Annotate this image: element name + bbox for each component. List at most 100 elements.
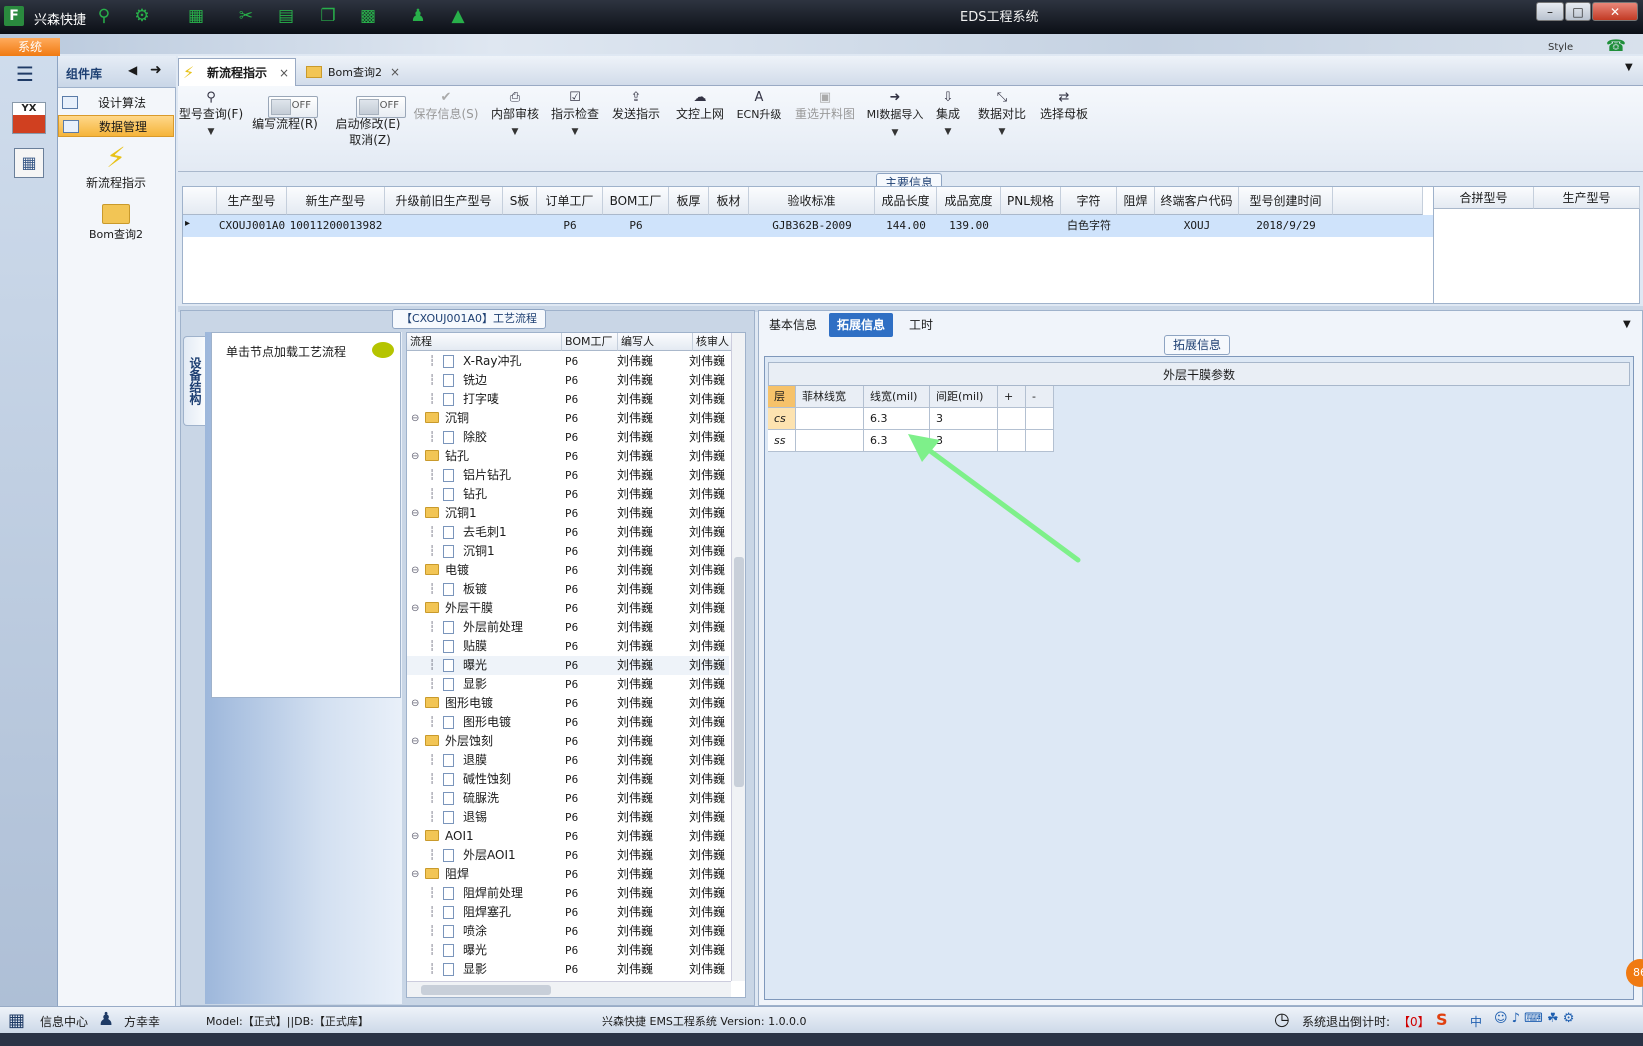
scroll-thumb[interactable] bbox=[734, 557, 744, 787]
tree-row[interactable]: ┆ 碱性蚀刻 P6 刘伟巍 刘伟巍 bbox=[407, 770, 729, 789]
collapse-toggle-icon[interactable]: ⊖ bbox=[411, 865, 419, 884]
close-button[interactable]: ✕ bbox=[1592, 2, 1638, 21]
integrate-button[interactable]: ⇩ 集成 ▼ bbox=[930, 90, 966, 140]
close-tab-icon[interactable]: × bbox=[279, 59, 289, 87]
tree-column-header[interactable]: BOM工厂 bbox=[562, 333, 618, 351]
grid-cell[interactable]: CXOUJ001A0 bbox=[217, 215, 287, 237]
tree-row[interactable]: ┆ 图形电镀 P6 刘伟巍 刘伟巍 bbox=[407, 713, 729, 732]
save-info-button[interactable]: ✔ 保存信息(S) bbox=[412, 90, 480, 122]
tree-row[interactable]: ┆ 硫脲洗 P6 刘伟巍 刘伟巍 bbox=[407, 789, 729, 808]
settings-gear-icon[interactable]: ⚙ bbox=[130, 5, 154, 27]
grid-cell[interactable] bbox=[385, 215, 503, 237]
ime-mode[interactable]: 中 bbox=[1470, 1013, 1482, 1030]
scissors-icon[interactable]: ✂ bbox=[234, 5, 258, 27]
grid-column-header[interactable]: 订单工厂 bbox=[537, 187, 603, 215]
style-label[interactable]: Style bbox=[1548, 42, 1573, 53]
send-indicate-button[interactable]: ⇪ 发送指示 bbox=[608, 90, 664, 122]
calculator-icon[interactable]: ▦ bbox=[14, 148, 44, 178]
collapse-toggle-icon[interactable]: ⊖ bbox=[411, 827, 419, 846]
tree-row[interactable]: ┆ 铣边 P6 刘伟巍 刘伟巍 bbox=[407, 371, 729, 390]
mi-import-button[interactable]: ➜ MI数据导入 ▼ bbox=[864, 90, 926, 141]
tree-row[interactable]: ⊖ 图形电镀 P6 刘伟巍 刘伟巍 bbox=[407, 694, 729, 713]
tree-row[interactable]: ┆ 铝片钻孔 P6 刘伟巍 刘伟巍 bbox=[407, 466, 729, 485]
param-cell[interactable] bbox=[796, 408, 864, 430]
param-cell[interactable]: 6.3 bbox=[864, 408, 930, 430]
tab-dropdown-icon[interactable]: ▼ bbox=[1623, 319, 1631, 330]
grid-column-header[interactable]: 型号创建时间 bbox=[1239, 187, 1333, 215]
scroll-thumb[interactable] bbox=[421, 985, 551, 995]
tab-list-dropdown-icon[interactable]: ▼ bbox=[1625, 62, 1633, 73]
tree-row[interactable]: ⊖ 钻孔 P6 刘伟巍 刘伟巍 bbox=[407, 447, 729, 466]
maximize-button[interactable]: □ bbox=[1565, 2, 1591, 21]
grid-cell[interactable]: 2018/9/29 bbox=[1239, 215, 1333, 237]
node-load-box[interactable]: 单击节点加载工艺流程 bbox=[211, 332, 401, 698]
collapse-toggle-icon[interactable]: ⊖ bbox=[411, 732, 419, 751]
tree-row[interactable]: ⊖ 外层蚀刻 P6 刘伟巍 刘伟巍 bbox=[407, 732, 729, 751]
info-center[interactable]: 信息中心 bbox=[40, 1013, 88, 1030]
copy-icon[interactable]: ❐ bbox=[316, 5, 340, 27]
collapse-toggle-icon[interactable]: ⊖ bbox=[411, 409, 419, 428]
grid-cell[interactable] bbox=[709, 215, 749, 237]
grid-column-header[interactable]: 终端客户代码 bbox=[1155, 187, 1239, 215]
tab-basic-info[interactable]: 基本信息 bbox=[761, 313, 825, 337]
tree-row[interactable]: ⊖ 沉铜 P6 刘伟巍 刘伟巍 bbox=[407, 409, 729, 428]
grid-cell[interactable]: 139.00 bbox=[937, 215, 1001, 237]
grid-column-header[interactable]: 阻焊 bbox=[1117, 187, 1155, 215]
grid-column-header[interactable]: S板 bbox=[503, 187, 537, 215]
tree-row[interactable]: ⊖ 沉铜1 P6 刘伟巍 刘伟巍 bbox=[407, 504, 729, 523]
minimize-button[interactable]: – bbox=[1536, 2, 1564, 21]
collapse-toggle-icon[interactable]: ⊖ bbox=[411, 447, 419, 466]
grid-cell[interactable]: GJB362B-2009 bbox=[749, 215, 875, 237]
cancel-button[interactable]: 取消(Z) bbox=[342, 132, 398, 148]
tree-row[interactable]: ┆ X-Ray冲孔 P6 刘伟巍 刘伟巍 bbox=[407, 352, 729, 371]
tree-row[interactable]: ┆ 去毛刺1 P6 刘伟巍 刘伟巍 bbox=[407, 523, 729, 542]
grid-cell[interactable]: 144.00 bbox=[875, 215, 937, 237]
grid-table-icon[interactable]: ▦ bbox=[184, 5, 208, 27]
film-icon[interactable]: ▤ bbox=[274, 5, 298, 27]
grid-column-header[interactable]: 生产型号 bbox=[1534, 187, 1640, 209]
param-layer-cell[interactable]: ss bbox=[768, 430, 796, 452]
grid-cell[interactable]: 白色字符 bbox=[1061, 215, 1117, 237]
tree-column-header[interactable]: 编写人 bbox=[618, 333, 693, 351]
param-cell[interactable] bbox=[1026, 408, 1054, 430]
vertical-tab-equipment[interactable]: 设备结构 bbox=[183, 336, 205, 426]
grid-column-header[interactable]: 成品宽度 bbox=[937, 187, 1001, 215]
grid-cell[interactable] bbox=[669, 215, 709, 237]
param-cell[interactable] bbox=[796, 430, 864, 452]
write-flow-button[interactable]: 编写流程(R) bbox=[250, 116, 320, 132]
bom-query-item[interactable]: Bom查询2 bbox=[58, 198, 174, 254]
grid-cell[interactable]: XOUJ bbox=[1155, 215, 1239, 237]
hamburger-menu-icon[interactable]: ☰ bbox=[16, 62, 34, 86]
grid-column-header[interactable]: 升级前旧生产型号 bbox=[385, 187, 503, 215]
tree-row[interactable]: ┆ 退锡 P6 刘伟巍 刘伟巍 bbox=[407, 808, 729, 827]
collapse-toggle-icon[interactable]: ⊖ bbox=[411, 694, 419, 713]
tree-row[interactable]: ┆ 显影 P6 刘伟巍 刘伟巍 bbox=[407, 960, 729, 979]
tree-column-header[interactable]: 流程 bbox=[407, 333, 562, 351]
collapse-toggle-icon[interactable]: ⊖ bbox=[411, 599, 419, 618]
grid-column-header[interactable]: 合拼型号 bbox=[1434, 187, 1534, 209]
grid-cell[interactable] bbox=[1001, 215, 1061, 237]
grid-cell[interactable]: P6 bbox=[537, 215, 603, 237]
collapse-toggle-icon[interactable]: ⊖ bbox=[411, 561, 419, 580]
upload-doc-button[interactable]: ☁ 文控上网 bbox=[672, 90, 728, 122]
tab-new-flow[interactable]: ⚡ 新流程指示 × bbox=[178, 58, 296, 86]
tree-row[interactable]: ┆ 沉铜1 P6 刘伟巍 刘伟巍 bbox=[407, 542, 729, 561]
tree-row[interactable]: ┆ 曝光 P6 刘伟巍 刘伟巍 bbox=[407, 941, 729, 960]
factory-icon[interactable]: YX bbox=[12, 102, 46, 134]
apps-grid-icon[interactable]: ▩ bbox=[356, 5, 380, 27]
reselect-material-button[interactable]: ▣ 重选开料图 bbox=[792, 90, 858, 122]
tree-row[interactable]: ┆ 喷涂 P6 刘伟巍 刘伟巍 bbox=[407, 922, 729, 941]
new-flow-item[interactable]: ⚡ 新流程指示 bbox=[58, 142, 174, 198]
grid-cell[interactable]: P6 bbox=[603, 215, 669, 237]
collapse-left-icon[interactable]: ◀ bbox=[128, 63, 137, 77]
grid-cell[interactable] bbox=[503, 215, 537, 237]
tab-bom-query[interactable]: Bom查询2 × bbox=[300, 58, 404, 86]
user-icon[interactable]: ♟ bbox=[406, 5, 430, 27]
tree-row[interactable]: ┆ 板镀 P6 刘伟巍 刘伟巍 bbox=[407, 580, 729, 599]
menu-design-algorithm[interactable]: 设计算法 bbox=[58, 92, 174, 114]
menu-tab-system[interactable]: 系统 bbox=[0, 38, 60, 56]
grid-column-header[interactable]: 生产型号 bbox=[217, 187, 287, 215]
tree-row[interactable]: ┆ 钻孔 P6 刘伟巍 刘伟巍 bbox=[407, 485, 729, 504]
close-tab-icon[interactable]: × bbox=[390, 58, 400, 86]
vertical-scrollbar[interactable] bbox=[731, 333, 745, 981]
